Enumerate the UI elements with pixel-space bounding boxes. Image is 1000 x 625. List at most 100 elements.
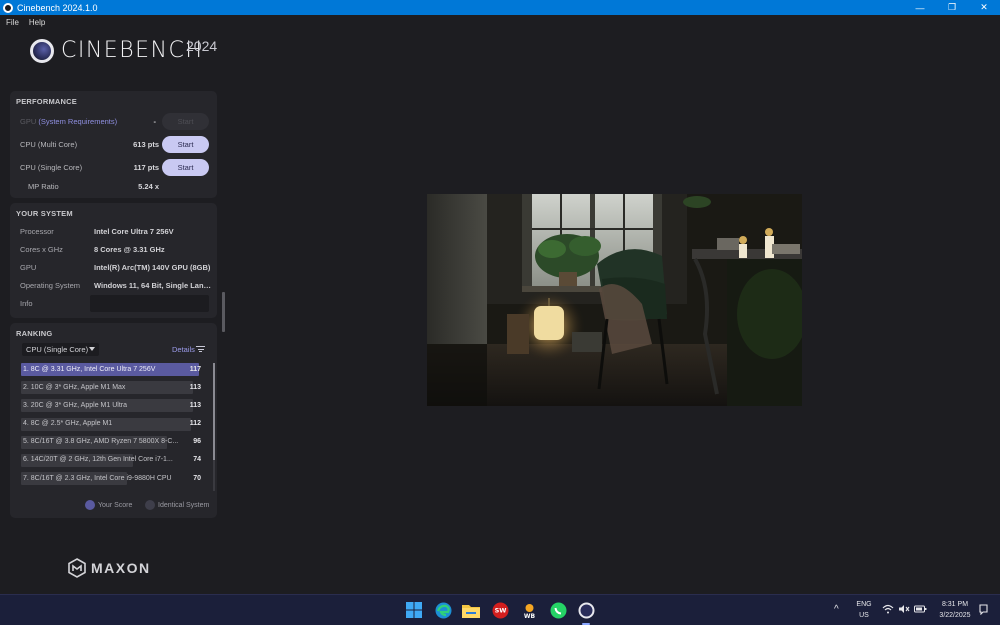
cpu-single-score: 117 pts [133,162,159,172]
notification-icon[interactable] [978,604,989,618]
chevron-up-icon[interactable]: ^ [834,604,839,615]
menu-file[interactable]: File [6,18,19,27]
system-key: GPU [20,263,37,272]
volume-muted-icon[interactable] [898,604,910,617]
ranking-list: 1. 8C @ 3.31 GHz, Intel Core Ultra 7 256… [21,363,205,490]
title-bar: Cinebench 2024.1.0 — ❐ ✕ [0,0,1000,15]
gpu-start-button[interactable]: Start [162,112,209,130]
perf-row-cpu-multi: CPU (Multi Core) 613 pts Start [10,135,217,153]
chevron-down-icon [89,347,95,351]
windows-taskbar: SW WB ^ ENG US 8:31 PM 3/22/2025 [0,594,1000,625]
svg-text:SW: SW [494,606,506,614]
ranking-item[interactable]: 3. 20C @ 3* GHz, Apple M1 Ultra 113 [21,399,205,413]
sidebar-scrollbar[interactable] [222,292,225,332]
clock-time[interactable]: 8:31 PM [934,601,976,608]
system-key: Info [20,299,33,308]
legend-identical-system: Identical System [145,500,209,510]
performance-title: PERFORMANCE [16,97,77,106]
ranking-panel: RANKING CPU (Single Core) Details 1. 8C … [10,323,217,518]
perf-row-gpu: GPU (System Requirements) - Start [10,112,217,130]
ranking-item-score: 112 [189,420,201,428]
window-title: Cinebench 2024.1.0 [17,2,98,13]
maxon-text: MAXON [91,560,151,576]
ranking-item-name: 2. 10C @ 3* GHz, Apple M1 Max [23,383,126,391]
svg-text:WB: WB [523,613,535,619]
your-system-title: YOUR SYSTEM [16,209,73,218]
ranking-item-score: 113 [189,401,201,409]
system-row-os: Operating System Windows 11, 64 Bit, Sin… [10,277,217,295]
system-row-info: Info [10,295,217,313]
battery-icon[interactable] [914,604,927,617]
system-requirements-link[interactable]: (System Requirements) [36,117,117,126]
ranking-item-score: 74 [193,456,201,464]
system-row-gpu: GPU Intel(R) Arc(TM) 140V GPU (8GB) [10,259,217,277]
region-indicator[interactable]: US [854,612,874,619]
system-value: 8 Cores @ 3.31 GHz [94,245,165,254]
maxon-logo-icon [68,558,86,578]
ranking-item-score: 113 [189,383,201,391]
whatsapp-icon[interactable] [549,601,567,619]
logo-text: CINEBENCH [61,38,204,63]
ranking-item-score: 96 [193,438,201,446]
perf-row-mp-ratio: MP Ratio 5.24 x [10,177,217,195]
cinebench-app-icon [3,2,13,13]
system-row-cores: Cores x GHz 8 Cores @ 3.31 GHz [10,241,217,259]
system-key: Operating System [20,281,81,290]
info-field[interactable] [90,295,209,312]
filter-icon[interactable] [196,346,205,352]
language-indicator[interactable]: ENG [854,601,874,608]
legend-your-score: Your Score [85,500,132,510]
file-explorer-icon[interactable] [462,601,480,619]
legend-your-score-label: Your Score [98,501,133,509]
maximize-button[interactable]: ❐ [936,0,968,15]
menu-bar: File Help [0,15,49,30]
ranking-item[interactable]: 1. 8C @ 3.31 GHz, Intel Core Ultra 7 256… [21,363,205,376]
gpu-score: - [153,116,157,126]
maxon-logo: MAXON [67,558,151,578]
cinebench-taskbar-icon[interactable] [577,601,595,619]
system-key: Cores x GHz [20,245,63,254]
cpu-single-label: CPU (Single Core) [20,162,83,172]
mp-ratio-value: 5.24 x [138,181,159,191]
gpu-label: GPU (System Requirements) [20,117,117,126]
menu-help[interactable]: Help [29,18,45,27]
mp-ratio-label: MP Ratio [28,181,59,191]
system-value: Intel(R) Arc(TM) 140V GPU (8GB) [94,263,211,272]
ranking-item-name: 1. 8C @ 3.31 GHz, Intel Core Ultra 7 256… [23,365,156,373]
ranking-item[interactable]: 2. 10C @ 3* GHz, Apple M1 Max 113 [21,381,205,395]
edge-browser-icon[interactable] [434,601,452,619]
ranking-item-name: 7. 8C/16T @ 2.3 GHz, Intel Core i9-9880H… [23,474,172,482]
close-button[interactable]: ✕ [968,0,1000,15]
window-controls: — ❐ ✕ [904,0,1000,15]
ranking-item[interactable]: 4. 8C @ 2.5* GHz, Apple M1 112 [21,417,205,431]
ranking-scrollbar-thumb[interactable] [213,363,215,460]
gpu-label-text: GPU [20,116,37,126]
ranking-title: RANKING [16,329,53,338]
system-row-processor: Processor Intel Core Ultra 7 256V [10,223,217,241]
sw-app-icon[interactable]: SW [491,601,509,619]
wb-app-icon[interactable]: WB [520,601,538,619]
ranking-item-name: 3. 20C @ 3* GHz, Apple M1 Ultra [23,401,127,409]
ranking-item-score: 117 [189,365,201,373]
cinebench-logo: CINEBENCH [30,38,203,63]
details-link[interactable]: Details [172,345,195,354]
minimize-button[interactable]: — [904,0,936,15]
system-key: Processor [20,227,54,236]
system-value: Intel Core Ultra 7 256V [94,227,174,236]
cpu-multi-start-button[interactable]: Start [162,135,209,153]
ranking-filter-value: CPU (Single Core) [26,345,89,354]
cpu-multi-label: CPU (Multi Core) [20,139,78,149]
ranking-item[interactable]: 7. 8C/16T @ 2.3 GHz, Intel Core i9-9880H… [21,472,205,486]
ranking-item[interactable]: 5. 8C/16T @ 3.8 GHz, AMD Ryzen 7 5800X 8… [21,435,205,449]
cpu-single-start-button[interactable]: Start [162,158,209,176]
cinebench-logo-icon [30,38,54,63]
wifi-icon[interactable] [882,604,894,617]
ranking-item-name: 4. 8C @ 2.5* GHz, Apple M1 [23,420,113,428]
performance-panel: PERFORMANCE GPU (System Requirements) - … [10,91,217,198]
ranking-item[interactable]: 6. 14C/20T @ 2 GHz, 12th Gen Intel Core … [21,453,205,467]
perf-row-cpu-single: CPU (Single Core) 117 pts Start [10,158,217,176]
windows-start-icon[interactable] [405,601,423,619]
ranking-filter-dropdown[interactable]: CPU (Single Core) [22,343,99,356]
clock-date[interactable]: 3/22/2025 [934,612,976,619]
system-value: Windows 11, 64 Bit, Single Lang... [94,281,212,290]
